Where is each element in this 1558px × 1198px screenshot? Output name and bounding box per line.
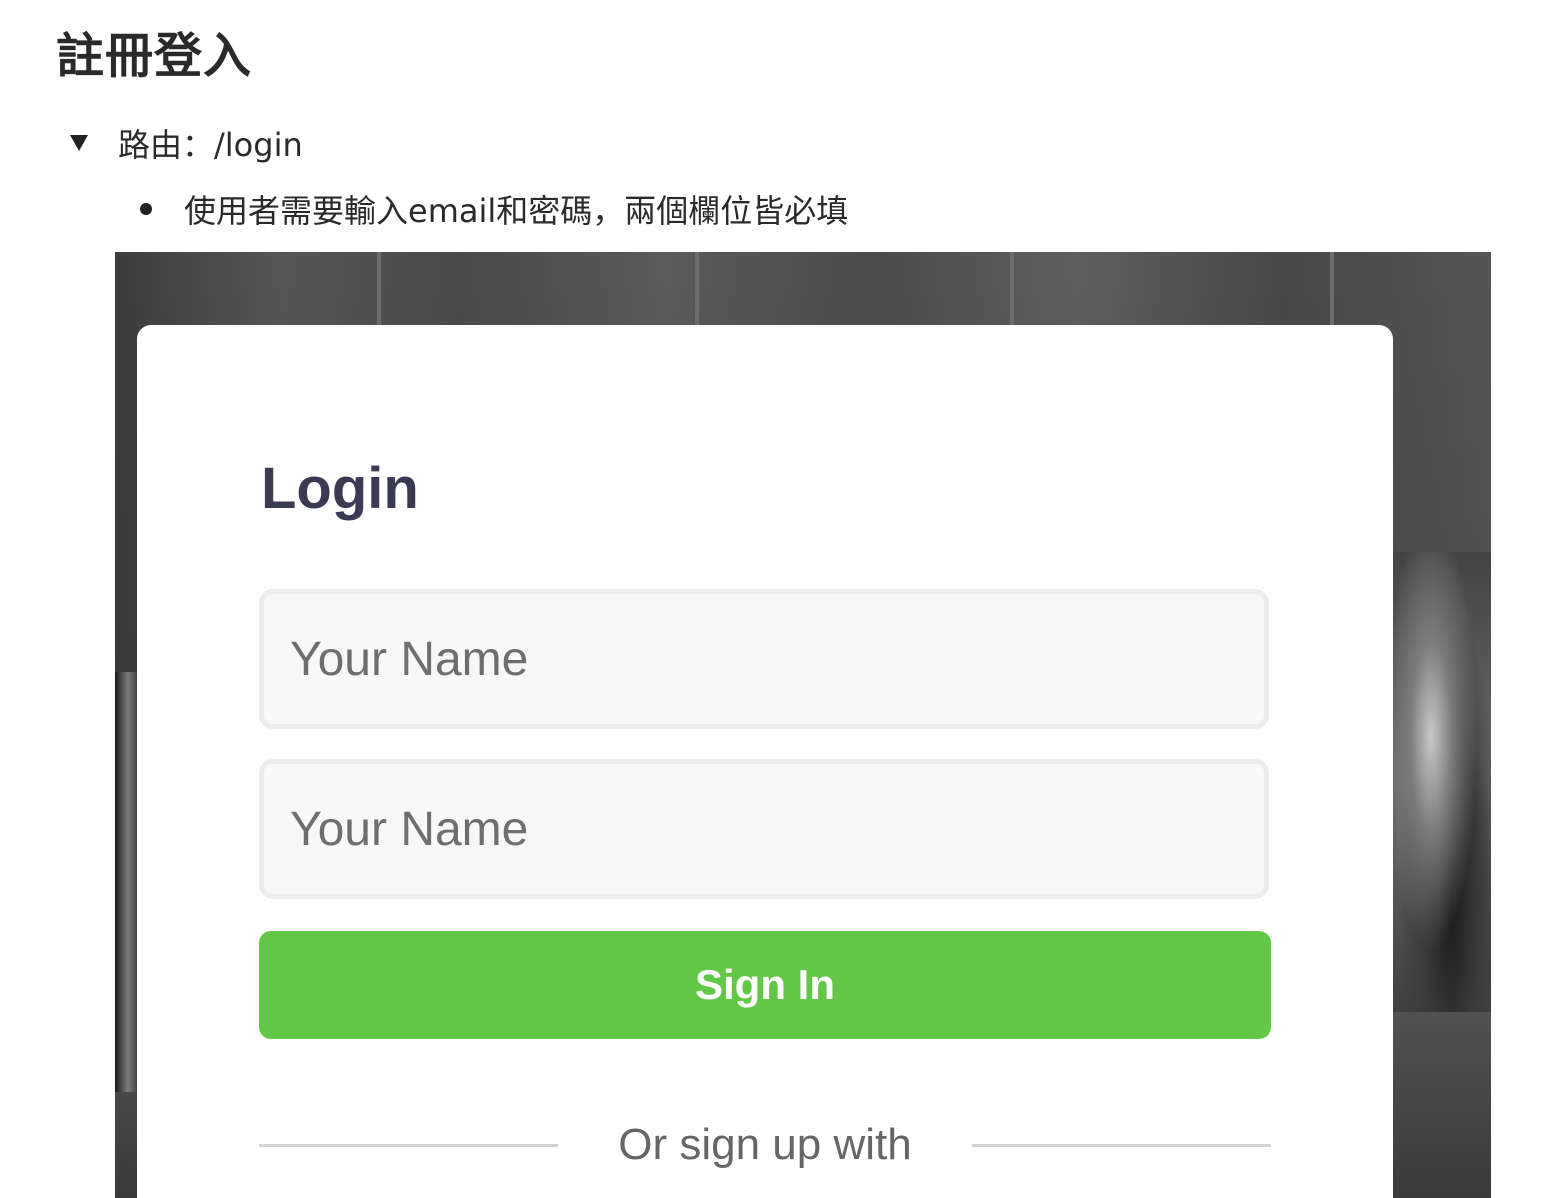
login-title: Login	[261, 456, 419, 521]
bullet-icon	[140, 203, 152, 215]
route-label: 路由：/login	[118, 126, 303, 164]
login-card: Login Sign In Or sign up with	[137, 325, 1393, 1198]
background-pillar	[1330, 252, 1334, 332]
route-toggle[interactable]: 路由：/login	[70, 120, 303, 166]
page: 註冊登入 路由：/login 使用者需要輸入email和密碼，兩個欄位皆必填 L…	[0, 0, 1558, 1198]
second-field-container	[259, 759, 1269, 899]
login-screenshot: Login Sign In Or sign up with	[115, 252, 1491, 1198]
divider-text: Or sign up with	[618, 1120, 912, 1169]
divider-line-right	[971, 1143, 1271, 1147]
divider-line-left	[259, 1143, 559, 1147]
triangle-down-icon[interactable]	[70, 135, 88, 151]
second-input[interactable]	[264, 764, 1264, 894]
background-pillar	[377, 252, 381, 332]
name-field-container	[259, 589, 1269, 729]
sign-in-button[interactable]: Sign In	[259, 931, 1271, 1039]
background-pillar	[1010, 252, 1014, 332]
name-input[interactable]	[264, 594, 1264, 724]
background-car-right	[1391, 552, 1491, 1012]
list-item: 使用者需要輸入email和密碼，兩個欄位皆必填	[140, 186, 848, 232]
divider: Or sign up with	[259, 1115, 1271, 1175]
background-pillar	[695, 252, 699, 332]
page-title: 註冊登入	[56, 28, 253, 84]
requirement-text: 使用者需要輸入email和密碼，兩個欄位皆必填	[184, 192, 849, 230]
